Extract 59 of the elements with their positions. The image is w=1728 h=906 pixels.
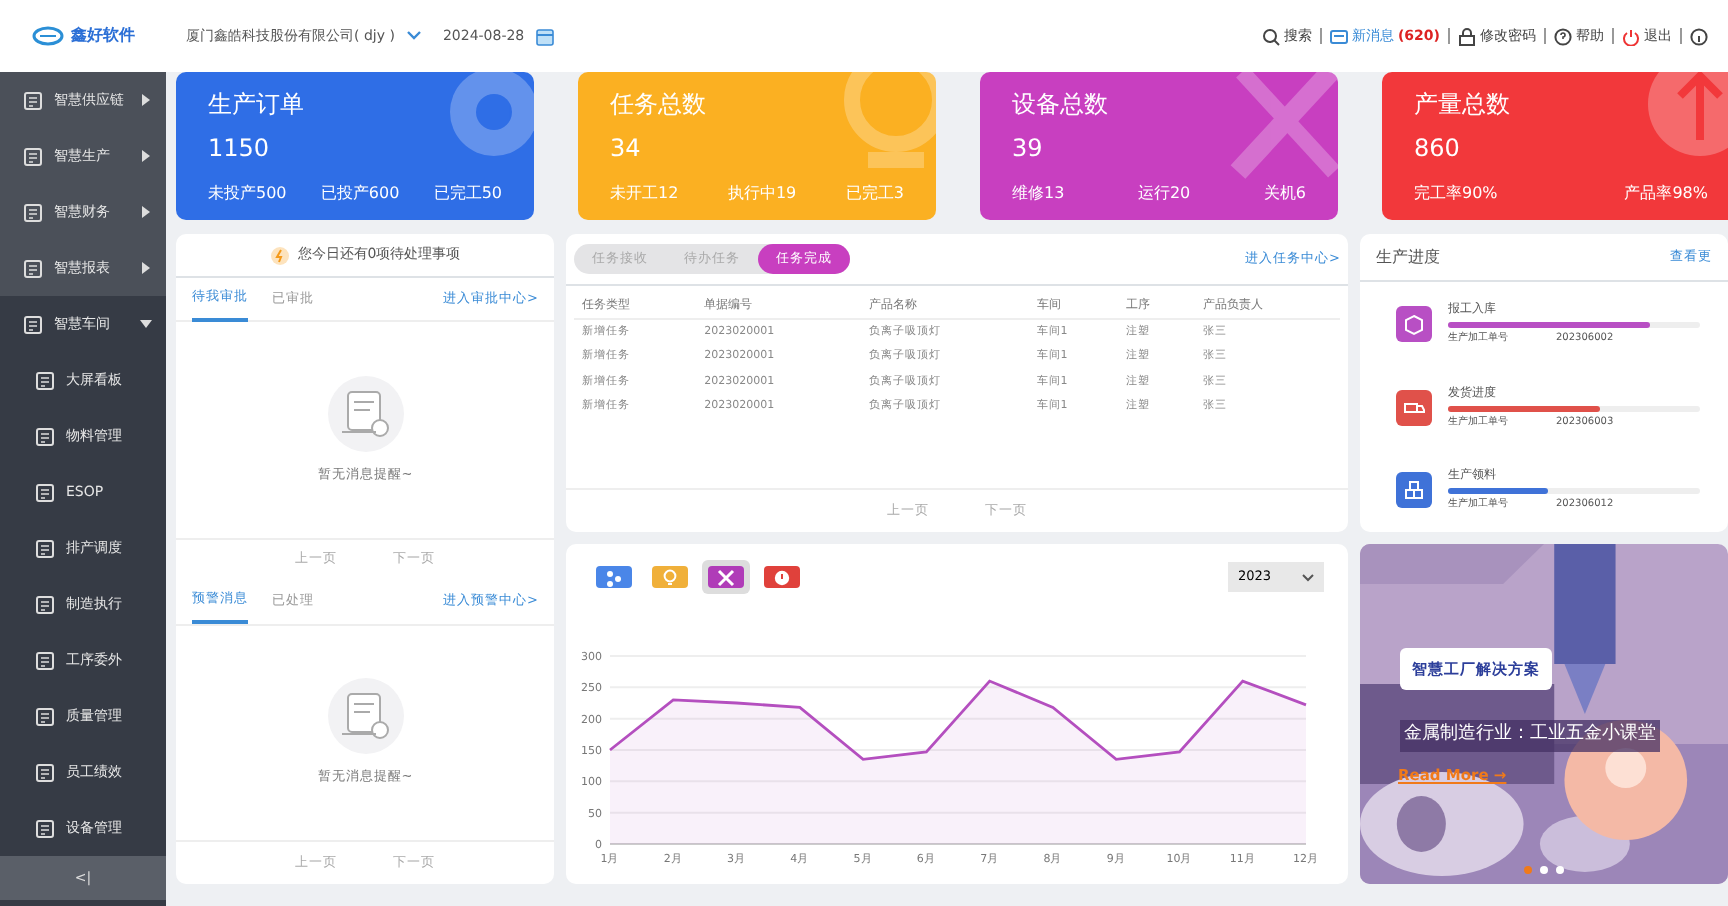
bulb-icon [660,567,680,587]
document-icon [36,707,54,725]
card-stat: 维修13 [1012,182,1065,206]
chart-type-button[interactable] [758,560,806,594]
slide-dot[interactable] [1556,866,1564,874]
help-icon [1554,27,1572,45]
card-title: 任务总数 [610,88,708,122]
card-title: 设备总数 [1012,88,1110,122]
slide-dot[interactable] [1524,866,1532,874]
slide-dot[interactable] [1540,866,1548,874]
logo-icon [31,26,63,46]
document-icon [36,763,54,781]
document-icon [36,427,54,445]
logo-text: 鑫好软件 [71,24,135,48]
document-icon [36,539,54,557]
chevron-down-icon [1302,573,1314,581]
chevron-down-icon[interactable] [406,30,423,42]
chart-type-button[interactable] [590,560,638,594]
card-value: 1150 [208,132,272,166]
search-icon [1261,27,1280,45]
document-icon [24,259,42,277]
card-stat: 已完工50 [433,182,502,206]
document-icon [36,483,54,501]
card-stat: 完工率90% [1414,182,1498,206]
card-stat: 未投产500 [208,182,287,206]
document-icon [24,203,42,221]
card-title: 生产订单 [208,88,306,122]
card-value: 39 [1012,132,1045,166]
message-icon [1329,27,1348,45]
card-stat: 未开工12 [610,182,679,206]
card-value: 34 [610,132,643,166]
boxes-icon [1402,478,1426,503]
cube-icon [1402,311,1426,336]
document-icon [36,595,54,613]
panel-title: 生产进度 [1376,245,1440,269]
document-icon [36,371,54,389]
lock-icon [1458,27,1476,45]
document-icon [36,819,54,837]
card-stat: 已投产600 [320,182,400,206]
card-stat: 运行20 [1137,182,1191,206]
alert-icon [772,567,792,587]
info-icon [1690,27,1708,45]
card-stat: 已完工3 [845,182,904,206]
chart-type-button[interactable] [702,560,750,594]
power-icon [1622,27,1640,45]
document-icon [24,147,42,165]
card-stat: 产品率98% [1624,182,1708,206]
document-icon [36,651,54,669]
card-stat: 执行中19 [727,182,797,206]
card-value: 860 [1414,132,1462,166]
card-stat: 关机6 [1263,182,1306,206]
document-icon [24,315,42,333]
document-icon [24,91,42,109]
calendar-icon[interactable] [536,27,555,45]
card-title: 产量总数 [1414,88,1512,122]
banner-headline: 金属制造行业：工业五金小课堂 [1400,720,1660,751]
tools-icon [716,567,736,587]
lightning-icon [269,245,290,265]
share-icon [604,567,624,587]
